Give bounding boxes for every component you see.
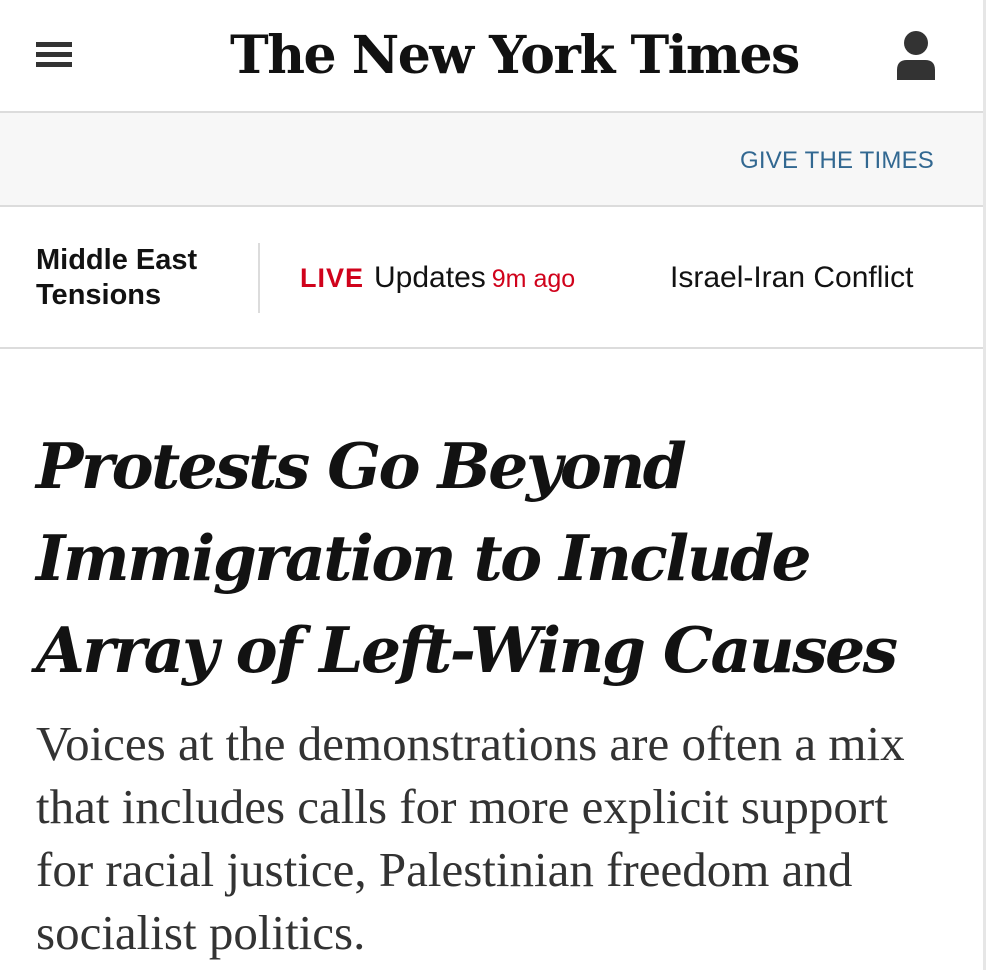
topic-navigation-bar: Middle East Tensions LIVE Updates 9m ago I… — [0, 207, 986, 349]
section-label[interactable]: Middle East Tensions — [36, 243, 246, 313]
israel-iran-conflict-link[interactable]: Israel-Iran Conflict — [670, 261, 913, 295]
live-updated-time: 9m ago — [491, 265, 576, 293]
hamburger-menu-icon[interactable] — [36, 42, 72, 68]
live-updates-label: Updates — [374, 261, 486, 294]
nyt-logo[interactable]: The New York Times — [230, 18, 800, 94]
article-summary: Voices at the demonstrations are often a… — [36, 716, 905, 960]
promo-bar: GIVE THE TIMES — [0, 113, 986, 207]
live-badge: LIVE — [300, 263, 365, 293]
menu-bar-middle — [36, 52, 72, 57]
user-silhouette-icon — [897, 31, 935, 80]
menu-bar-top — [36, 42, 72, 47]
give-the-times-link[interactable]: GIVE THE TIMES — [740, 147, 934, 175]
site-header: The New York Times — [0, 0, 986, 113]
topic-divider — [258, 243, 260, 313]
menu-bar-bottom — [36, 62, 72, 67]
user-account-icon[interactable] — [896, 30, 936, 80]
article-headline[interactable]: Protests Go Beyond Immigration to Includ… — [36, 420, 956, 696]
live-updates-link[interactable]: LIVE Updates 9m ago — [300, 261, 575, 295]
